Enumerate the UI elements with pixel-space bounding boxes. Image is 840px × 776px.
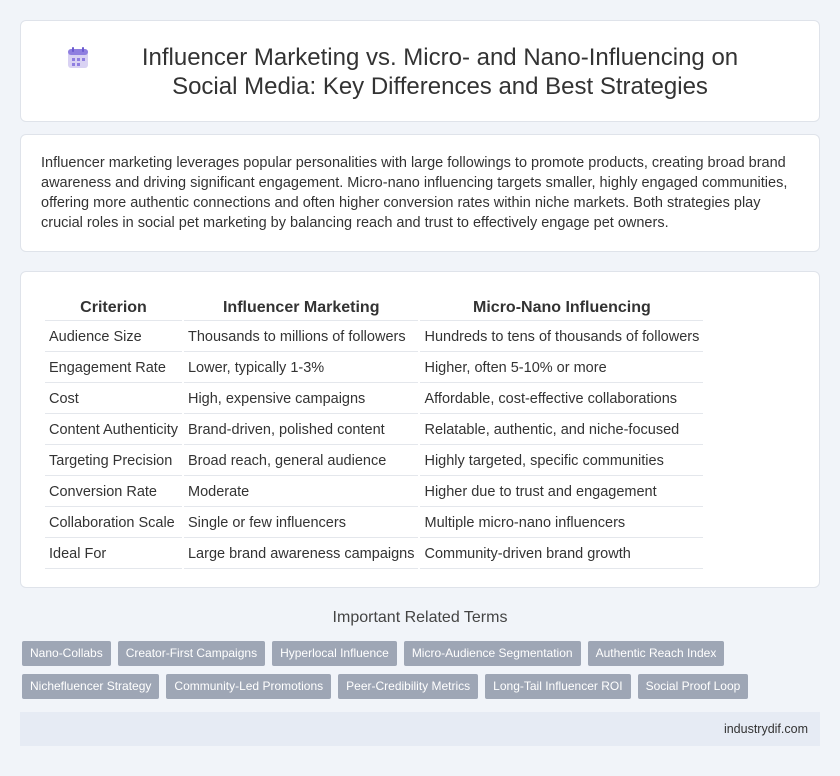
related-term-tag[interactable]: Nano-Collabs <box>22 641 111 666</box>
table-cell: Content Authenticity <box>45 416 182 445</box>
header-influencer-marketing: Influencer Marketing <box>183 294 419 321</box>
related-term-tag[interactable]: Community-Led Promotions <box>166 674 332 699</box>
table-cell: Large brand awareness campaigns <box>183 540 419 569</box>
table-row: Targeting Precision Broad reach, general… <box>45 447 704 476</box>
table-row: Conversion Rate Moderate Higher due to t… <box>45 478 704 507</box>
table-cell: Thousands to millions of followers <box>183 323 419 352</box>
intro-card: Influencer marketing leverages popular p… <box>20 134 820 252</box>
related-term-tag[interactable]: Authentic Reach Index <box>587 641 725 666</box>
table-cell: Higher due to trust and engagement <box>420 478 704 507</box>
table-cell: High, expensive campaigns <box>183 385 419 414</box>
table-row: Collaboration Scale Single or few influe… <box>45 509 704 538</box>
table-cell: Broad reach, general audience <box>183 447 419 476</box>
tag-row: Nano-Collabs Creator-First Campaigns Hyp… <box>22 641 802 666</box>
related-terms-list: Nano-Collabs Creator-First Campaigns Hyp… <box>22 641 802 707</box>
table-cell: Targeting Precision <box>45 447 182 476</box>
page-title: Influencer Marketing vs. Micro- and Nano… <box>141 44 739 100</box>
related-term-tag[interactable]: Peer-Credibility Metrics <box>338 674 479 699</box>
table-cell: Affordable, cost-effective collaboration… <box>420 385 704 414</box>
footer-site-link[interactable]: industrydif.com <box>724 722 808 736</box>
table-header-row: Criterion Influencer Marketing Micro-Nan… <box>45 294 704 321</box>
table-cell: Brand-driven, polished content <box>183 416 419 445</box>
table-cell: Conversion Rate <box>45 478 182 507</box>
table-cell: Single or few influencers <box>183 509 419 538</box>
table-cell: Relatable, authentic, and niche-focused <box>420 416 704 445</box>
table-cell: Lower, typically 1-3% <box>183 354 419 383</box>
table-cell: Collaboration Scale <box>45 509 182 538</box>
related-terms-heading: Important Related Terms <box>332 609 508 626</box>
comparison-table: Criterion Influencer Marketing Micro-Nan… <box>43 292 705 571</box>
table-cell: Hundreds to tens of thousands of followe… <box>420 323 704 352</box>
table-cell: Audience Size <box>45 323 182 352</box>
footer: industrydif.com <box>20 712 820 746</box>
table-cell: Highly targeted, specific communities <box>420 447 704 476</box>
comparison-card: Criterion Influencer Marketing Micro-Nan… <box>20 271 820 588</box>
table-row: Cost High, expensive campaigns Affordabl… <box>45 385 704 414</box>
related-term-tag[interactable]: Long-Tail Influencer ROI <box>485 674 631 699</box>
title-card: Influencer Marketing vs. Micro- and Nano… <box>20 20 820 122</box>
table-row: Content Authenticity Brand-driven, polis… <box>45 416 704 445</box>
table-cell: Community-driven brand growth <box>420 540 704 569</box>
related-term-tag[interactable]: Hyperlocal Influence <box>272 641 397 666</box>
table-cell: Higher, often 5-10% or more <box>420 354 704 383</box>
related-term-tag[interactable]: Creator-First Campaigns <box>117 641 266 666</box>
related-term-tag[interactable]: Micro-Audience Segmentation <box>403 641 581 666</box>
tag-row: Nichefluencer Strategy Community-Led Pro… <box>22 674 802 699</box>
related-term-tag[interactable]: Social Proof Loop <box>637 674 749 699</box>
related-term-tag[interactable]: Nichefluencer Strategy <box>22 674 160 699</box>
table-cell: Engagement Rate <box>45 354 182 383</box>
header-criterion: Criterion <box>45 294 182 321</box>
table-cell: Ideal For <box>45 540 182 569</box>
header-micro-nano: Micro-Nano Influencing <box>420 294 704 321</box>
table-cell: Multiple micro-nano influencers <box>420 509 704 538</box>
table-row: Engagement Rate Lower, typically 1-3% Hi… <box>45 354 704 383</box>
table-cell: Cost <box>45 385 182 414</box>
table-row: Ideal For Large brand awareness campaign… <box>45 540 704 569</box>
table-cell: Moderate <box>183 478 419 507</box>
table-row: Audience Size Thousands to millions of f… <box>45 323 704 352</box>
intro-paragraph: Influencer marketing leverages popular p… <box>41 155 788 231</box>
